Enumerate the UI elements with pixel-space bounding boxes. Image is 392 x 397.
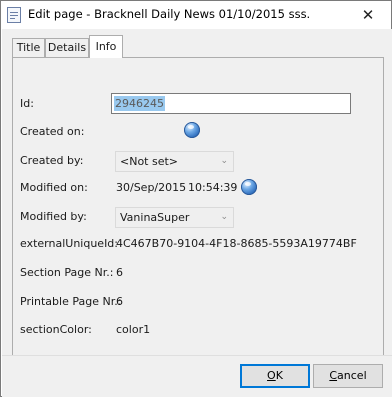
modified-by-select[interactable]: VaninaSuper ⌄ <box>115 207 234 228</box>
cancel-button[interactable]: Cancel <box>313 364 383 388</box>
document-icon <box>7 7 21 23</box>
globe-icon[interactable] <box>184 122 200 138</box>
external-id-label: externalUniqueId: <box>20 237 118 250</box>
modified-on-time: 10:54:39 <box>188 181 238 194</box>
printable-page-value: 6 <box>116 295 123 308</box>
modified-by-value: VaninaSuper <box>120 211 190 224</box>
tab-info[interactable]: Info <box>89 35 123 58</box>
section-page-label: Section Page Nr.: <box>20 266 114 279</box>
globe-icon[interactable] <box>241 179 257 195</box>
tab-title[interactable]: Title <box>12 38 45 57</box>
created-by-value: <Not set> <box>120 155 179 168</box>
info-panel: Id: 2946245 Created on: Created by: <Not… <box>12 57 384 377</box>
close-icon[interactable]: ✕ <box>345 1 391 29</box>
printable-page-label: Printable Page Nr.: <box>20 295 122 308</box>
button-bar: OK Cancel <box>2 355 392 397</box>
created-by-label: Created by: <box>20 154 84 167</box>
tab-details[interactable]: Details <box>45 38 89 57</box>
section-page-value: 6 <box>116 266 123 279</box>
dialog-body: Title Details Info Id: 2946245 Created o… <box>2 29 392 377</box>
window-title: Edit page - Bracknell Daily News 01/10/2… <box>28 7 310 21</box>
id-label: Id: <box>20 97 34 110</box>
id-value: 2946245 <box>114 96 165 111</box>
id-field[interactable]: 2946245 <box>111 93 351 114</box>
ok-button[interactable]: OK <box>240 364 310 388</box>
modified-on-date: 30/Sep/2015 <box>116 181 187 194</box>
chevron-down-icon: ⌄ <box>220 156 228 166</box>
created-by-select[interactable]: <Not set> ⌄ <box>115 151 234 172</box>
title-bar[interactable]: Edit page - Bracknell Daily News 01/10/2… <box>1 1 391 29</box>
created-on-label: Created on: <box>20 125 85 138</box>
section-color-label: sectionColor: <box>20 323 92 336</box>
modified-by-label: Modified by: <box>20 210 87 223</box>
modified-on-label: Modified on: <box>20 181 88 194</box>
edit-page-dialog: Edit page - Bracknell Daily News 01/10/2… <box>0 0 392 397</box>
section-color-value: color1 <box>116 323 151 336</box>
chevron-down-icon: ⌄ <box>220 212 228 222</box>
external-id-value: 4C467B70-9104-4F18-8685-5593A19774BF <box>116 237 357 250</box>
